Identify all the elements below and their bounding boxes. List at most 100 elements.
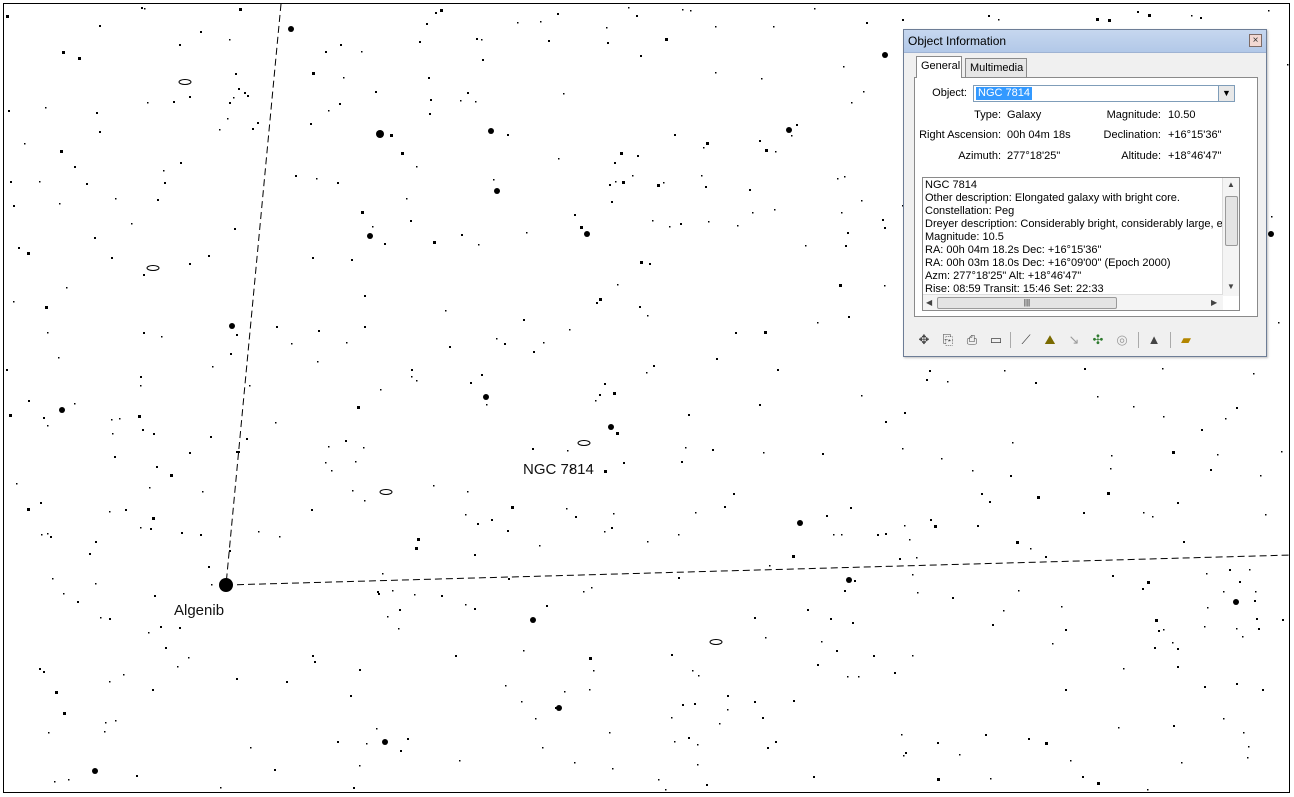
star-faint[interactable] (737, 225, 739, 227)
star-faint[interactable] (604, 470, 607, 473)
up-arrow-icon[interactable]: ▲ (1144, 330, 1164, 350)
star-faint[interactable] (851, 102, 853, 104)
star-faint[interactable] (1154, 647, 1156, 649)
finder-chart-icon[interactable]: ✣ (1088, 330, 1108, 350)
star-faint[interactable] (1260, 475, 1262, 477)
star-bright[interactable] (608, 424, 614, 430)
star-faint[interactable] (41, 534, 43, 536)
star-faint[interactable] (507, 530, 509, 532)
star-faint[interactable] (411, 376, 413, 378)
star-faint[interactable] (252, 128, 254, 130)
star-faint[interactable] (339, 103, 341, 105)
star-faint[interactable] (523, 319, 525, 321)
star-faint[interactable] (440, 9, 443, 12)
star-faint[interactable] (467, 491, 469, 493)
star-faint[interactable] (1123, 668, 1125, 670)
star-faint[interactable] (937, 742, 939, 744)
star-faint[interactable] (775, 151, 777, 153)
star-faint[interactable] (189, 96, 191, 98)
star-faint[interactable] (47, 332, 49, 334)
star-faint[interactable] (599, 394, 601, 396)
star-faint[interactable] (841, 534, 843, 536)
star-faint[interactable] (792, 555, 795, 558)
star-faint[interactable] (1163, 629, 1165, 631)
star-faint[interactable] (959, 754, 961, 756)
star-faint[interactable] (589, 689, 591, 691)
star-bright[interactable] (530, 617, 536, 623)
star-faint[interactable] (636, 15, 638, 17)
star-faint[interactable] (1271, 216, 1273, 218)
star-faint[interactable] (558, 158, 560, 160)
star-faint[interactable] (359, 669, 361, 671)
star-faint[interactable] (1282, 619, 1284, 621)
star-faint[interactable] (511, 506, 514, 509)
star-faint[interactable] (1158, 630, 1160, 632)
star-faint[interactable] (847, 676, 849, 678)
star-bright[interactable] (882, 52, 888, 58)
star-faint[interactable] (164, 182, 166, 184)
star-faint[interactable] (912, 655, 914, 657)
star-faint[interactable] (1016, 541, 1019, 544)
star-faint[interactable] (567, 450, 569, 452)
star-faint[interactable] (123, 674, 125, 676)
star-faint[interactable] (78, 57, 81, 60)
star-faint[interactable] (415, 547, 418, 550)
star-faint[interactable] (244, 92, 246, 94)
star-faint[interactable] (58, 357, 60, 359)
star-faint[interactable] (229, 39, 231, 41)
star-faint[interactable] (366, 743, 368, 745)
star-faint[interactable] (295, 175, 297, 177)
star-faint[interactable] (682, 9, 684, 11)
star-faint[interactable] (152, 689, 154, 691)
star-faint[interactable] (331, 470, 333, 472)
star-faint[interactable] (66, 287, 68, 289)
star-faint[interactable] (844, 176, 846, 178)
star-faint[interactable] (165, 647, 167, 649)
star-faint[interactable] (312, 655, 314, 657)
star-faint[interactable] (1217, 454, 1219, 456)
star-faint[interactable] (682, 704, 684, 706)
star-faint[interactable] (1172, 642, 1174, 644)
star-faint[interactable] (140, 376, 142, 378)
star-faint[interactable] (1204, 686, 1206, 688)
star-bright[interactable] (846, 577, 852, 583)
star-faint[interactable] (407, 738, 409, 740)
star-faint[interactable] (16, 483, 18, 485)
star-faint[interactable] (791, 135, 793, 137)
star-faint[interactable] (1147, 581, 1150, 584)
star-faint[interactable] (873, 655, 875, 657)
star-faint[interactable] (653, 365, 655, 367)
star-faint[interactable] (1177, 502, 1179, 504)
star-faint[interactable] (200, 31, 202, 33)
star-faint[interactable] (491, 519, 493, 521)
star-faint[interactable] (640, 55, 642, 57)
star-faint[interactable] (136, 775, 138, 777)
star-faint[interactable] (465, 514, 467, 516)
star-faint[interactable] (775, 741, 777, 743)
star-faint[interactable] (274, 769, 276, 771)
star-faint[interactable] (1229, 569, 1231, 571)
star-faint[interactable] (345, 440, 347, 442)
star-faint[interactable] (62, 51, 65, 54)
star-faint[interactable] (47, 533, 49, 535)
star-faint[interactable] (337, 741, 339, 743)
star-faint[interactable] (410, 220, 412, 222)
star-faint[interactable] (43, 417, 45, 419)
star-faint[interactable] (416, 380, 418, 382)
star-faint[interactable] (1236, 683, 1238, 685)
star-faint[interactable] (449, 346, 451, 348)
star-faint[interactable] (312, 257, 314, 259)
star-faint[interactable] (1133, 406, 1135, 408)
star-faint[interactable] (759, 140, 761, 142)
star-faint[interactable] (351, 259, 353, 261)
star-faint[interactable] (1152, 516, 1154, 518)
galaxy-marker[interactable] (379, 489, 393, 495)
star-faint[interactable] (1097, 396, 1099, 398)
star-faint[interactable] (863, 91, 865, 93)
star-faint[interactable] (1065, 689, 1067, 691)
star-faint[interactable] (609, 732, 611, 734)
star-faint[interactable] (912, 574, 914, 576)
star-faint[interactable] (47, 425, 49, 427)
star-faint[interactable] (899, 558, 901, 560)
star-faint[interactable] (727, 709, 729, 711)
